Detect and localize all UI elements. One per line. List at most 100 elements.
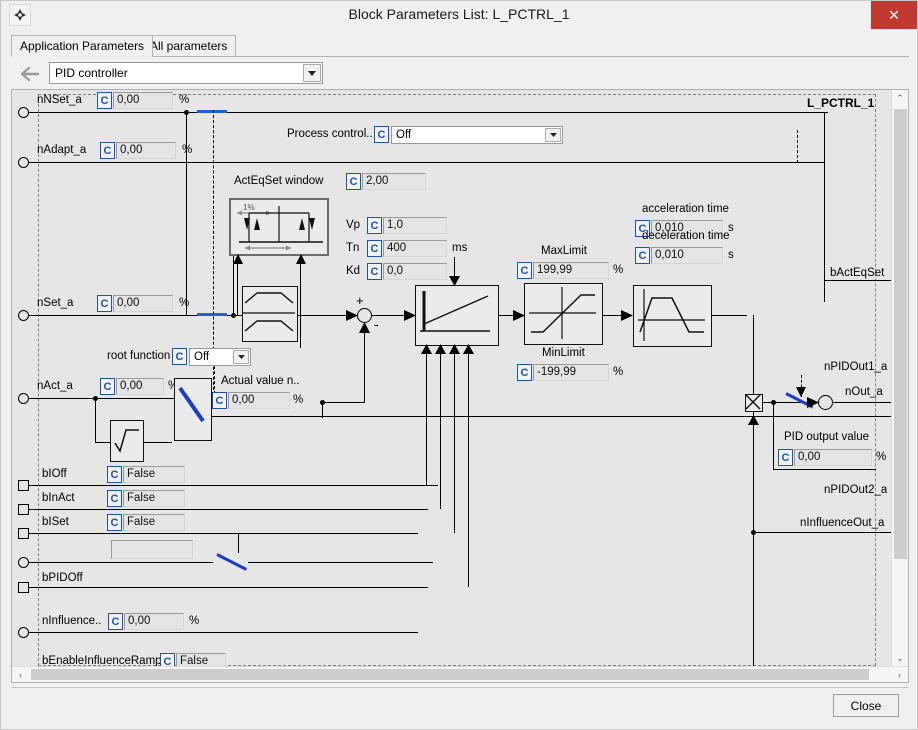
field-nSet_a[interactable]: 0,00: [113, 295, 173, 312]
badge-nAdapt_a[interactable]: C: [100, 142, 115, 159]
badge-actual-value[interactable]: C: [212, 392, 227, 409]
scroll-down-button[interactable]: ⌄: [892, 650, 908, 667]
field-bISet[interactable]: False: [123, 514, 185, 531]
wire-pidout2: [773, 469, 876, 470]
unit-tn: ms: [452, 242, 467, 254]
wire-actualfb-up: [322, 402, 323, 418]
field-min-limit[interactable]: -199,99: [533, 364, 609, 381]
svg-text:1%: 1%: [243, 203, 255, 212]
wire-bPIDOff: [28, 587, 428, 588]
diagram-frame: L_PCTRL_1: [11, 89, 909, 683]
horizontal-scroll-thumb[interactable]: [31, 669, 869, 680]
window-title: Block Parameters List: L_PCTRL_1: [1, 6, 917, 22]
field-deceleration-time[interactable]: 0,010: [651, 247, 723, 264]
label-root-function: root function: [107, 350, 170, 362]
sum-minus-sign: -: [374, 316, 379, 332]
field-nInfluence[interactable]: 0,00: [124, 613, 184, 630]
badge-vp[interactable]: C: [367, 217, 382, 234]
unit-nNSet_a: %: [179, 94, 189, 106]
window-close-button[interactable]: ✕: [871, 1, 917, 29]
field-kd[interactable]: 0,0: [383, 263, 447, 280]
field-vp[interactable]: 1,0: [383, 217, 447, 234]
value-process-control: Off: [396, 129, 411, 141]
scroll-left-button[interactable]: ‹: [12, 667, 29, 682]
wire-acteqset-in1: [237, 257, 238, 315]
badge-kd[interactable]: C: [367, 263, 382, 280]
field-nAdapt_a[interactable]: 0,00: [116, 142, 176, 159]
badge-pid-output-value[interactable]: C: [778, 449, 793, 466]
unit-max-limit: %: [613, 264, 623, 276]
field-max-limit[interactable]: 199,99: [533, 262, 609, 279]
wire-rootsw-out: [212, 416, 892, 417]
field-pid-output-value[interactable]: 0,00: [794, 449, 872, 466]
block-multiplier: [745, 394, 763, 412]
badge-deceleration-time[interactable]: C: [635, 247, 650, 264]
label-bActEqSet: bActEqSet: [830, 267, 884, 279]
field-tn[interactable]: 400: [383, 240, 447, 257]
scroll-right-button[interactable]: ›: [891, 667, 908, 682]
badge-bIOff[interactable]: C: [107, 466, 122, 483]
diagram-vertical-scrollbar[interactable]: ⌃ ⌄: [891, 90, 908, 667]
label-tn: Tn: [346, 242, 359, 254]
close-button[interactable]: Close: [833, 694, 899, 717]
field-bIOff[interactable]: False: [123, 466, 185, 483]
wire-pid-ctrl3: [454, 346, 455, 533]
field-acteqset-window[interactable]: 2,00: [362, 173, 426, 190]
chevron-down-icon[interactable]: [303, 64, 321, 82]
acteqset-window-icon: 1%: [229, 198, 329, 256]
arrowhead-pid-c1: [420, 344, 433, 354]
tab-all-parameters[interactable]: All parameters: [141, 35, 236, 57]
field-bInAct[interactable]: False: [123, 490, 185, 507]
output-node-nOut: [818, 395, 833, 410]
unit-nAdapt_a: %: [182, 144, 192, 156]
select-root-function[interactable]: Off: [189, 348, 251, 366]
badge-nSet_a[interactable]: C: [97, 295, 112, 312]
wire-nInfluence: [28, 632, 418, 633]
select-process-control[interactable]: Off: [391, 126, 563, 144]
badge-tn[interactable]: C: [367, 240, 382, 257]
block-name-label: L_PCTRL_1: [807, 96, 874, 110]
label-actual-value: Actual value n..: [221, 375, 300, 387]
arrowhead-pid-c2: [434, 344, 447, 354]
label-process-control: Process control..: [287, 128, 373, 140]
wire-nout: [832, 402, 892, 403]
badge-nInfluence[interactable]: C: [108, 613, 123, 630]
scroll-up-button[interactable]: ⌃: [892, 90, 908, 107]
arrowhead-acteqset-2: [294, 254, 308, 264]
label-pid-output-value: PID output value: [784, 431, 869, 443]
parameter-group-select[interactable]: PID controller: [49, 62, 323, 84]
unit-nSet_a: %: [179, 297, 189, 309]
back-arrow-icon[interactable]: [17, 63, 43, 85]
vertical-scroll-thumb[interactable]: [894, 109, 907, 559]
label-acceleration-time: acceleration time: [642, 203, 729, 215]
wire-ninfluenceout: [753, 532, 893, 533]
badge-nAct_a[interactable]: C: [100, 378, 115, 395]
label-nNSet_a: nNSet_a: [37, 94, 82, 106]
chevron-down-icon[interactable]: [545, 128, 561, 142]
badge-process-control[interactable]: C: [374, 126, 389, 143]
label-bIOff: bIOff: [42, 468, 67, 480]
badge-bISet[interactable]: C: [107, 514, 122, 531]
badge-acteqset-window[interactable]: C: [346, 173, 361, 190]
badge-root-function[interactable]: C: [172, 348, 187, 365]
badge-nNSet_a[interactable]: C: [97, 92, 112, 109]
badge-max-limit[interactable]: C: [517, 262, 532, 279]
wire-influenceout-up: [753, 440, 754, 683]
chevron-down-icon[interactable]: [233, 350, 249, 364]
unit-deceleration-time: s: [728, 249, 734, 261]
wire-bIOff: [28, 485, 438, 486]
summation-node: [357, 308, 372, 323]
label-vp: Vp: [346, 219, 360, 231]
field-nAct_a[interactable]: 0,00: [116, 378, 164, 395]
badge-bInAct[interactable]: C: [107, 490, 122, 507]
arrowhead-pid-c4: [462, 344, 475, 354]
arrowhead-sum-in: [346, 310, 358, 321]
field-iset-extra[interactable]: [111, 540, 193, 559]
field-nNSet_a[interactable]: 0,00: [113, 92, 173, 109]
diagram-horizontal-scrollbar[interactable]: ‹ ›: [12, 666, 908, 682]
field-actual-value[interactable]: 0,00: [228, 392, 290, 409]
tab-application-parameters[interactable]: Application Parameters: [11, 35, 153, 57]
label-acteqset-window: ActEqSet window: [234, 175, 324, 187]
wire-sqrt-out: [144, 442, 172, 443]
badge-min-limit[interactable]: C: [517, 364, 532, 381]
